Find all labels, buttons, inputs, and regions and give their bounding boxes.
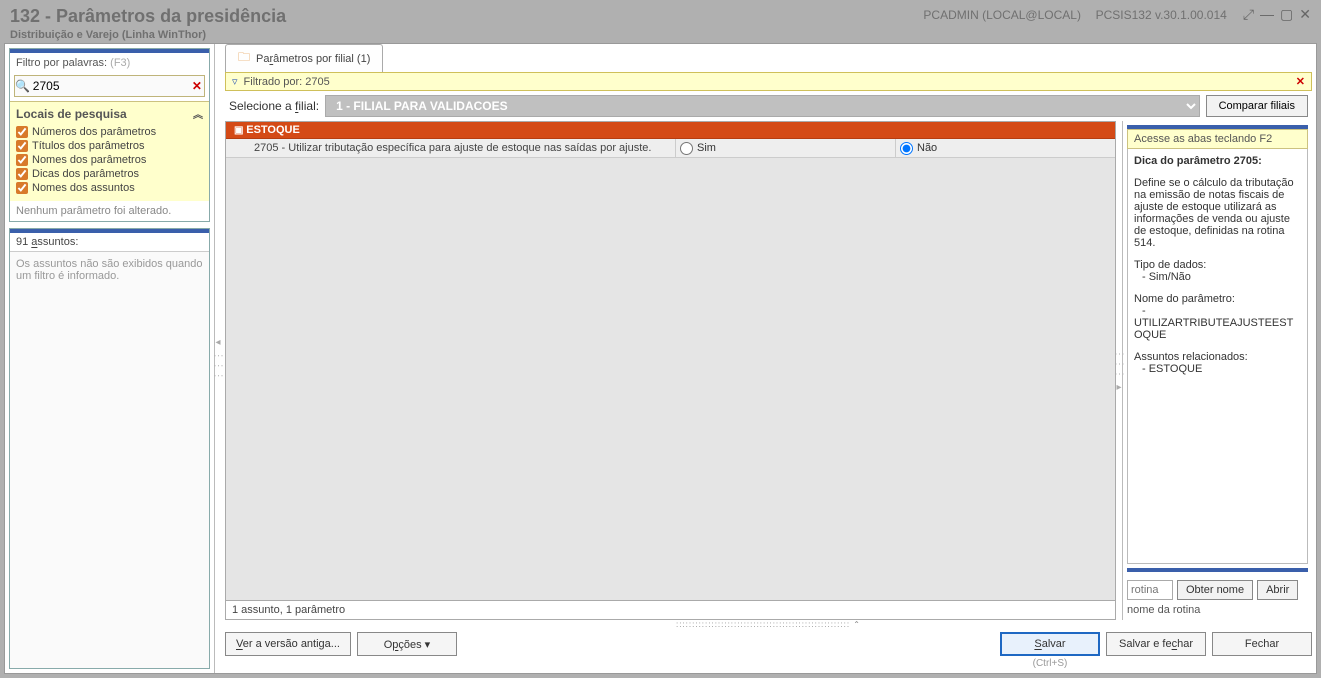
close-icon[interactable]: ✕	[1299, 6, 1311, 23]
filter-label-hint: (F3)	[110, 57, 130, 69]
funnel-icon: ▿	[232, 75, 238, 88]
rotina-input[interactable]	[1127, 580, 1173, 600]
obter-nome-button[interactable]: Obter nome	[1177, 580, 1253, 600]
no-change-status: Nenhum parâmetro foi alterado.	[10, 201, 209, 221]
opcoes-button[interactable]: Opções ▾	[357, 632, 457, 656]
param-opt-nao[interactable]: Não	[895, 139, 1115, 157]
tipo-label: Tipo de dados:	[1134, 259, 1301, 271]
filial-select[interactable]: 1 - FILIAL PARA VALIDACOES	[325, 95, 1200, 117]
compare-filiais-button[interactable]: Comparar filiais	[1206, 95, 1308, 117]
assuntos-body: Os assuntos não são exibidos quando um f…	[10, 252, 209, 668]
rel-label: Assuntos relacionados:	[1134, 351, 1301, 363]
tip-title: Dica do parâmetro 2705:	[1134, 155, 1262, 167]
horizontal-splitter[interactable]	[225, 620, 1312, 628]
tipo-value: - Sim/Não	[1134, 271, 1301, 283]
check-dicas[interactable]: Dicas dos parâmetros	[16, 167, 203, 181]
check-nomes-assuntos[interactable]: Nomes dos assuntos	[16, 181, 203, 195]
filter-label: Filtro por palavras: (F3)	[10, 53, 209, 73]
salvar-fechar-button[interactable]: Salvar e fechar	[1106, 632, 1206, 656]
salvar-hint: (Ctrl+S)	[1033, 658, 1068, 669]
group-header-estoque[interactable]: ESTOQUE	[226, 122, 1115, 139]
filter-label-text: Filtro por palavras:	[16, 57, 110, 69]
filter-bar: ▿ Filtrado por: 2705 ✕	[225, 72, 1312, 91]
radio-sim[interactable]	[680, 142, 693, 155]
check-numeros[interactable]: Números dos parâmetros	[16, 125, 203, 139]
param-opt-sim[interactable]: Sim	[675, 139, 895, 157]
nome-label: Nome do parâmetro:	[1134, 293, 1301, 305]
clear-filter-icon[interactable]: ✕	[190, 79, 204, 93]
assuntos-panel: 91 assuntos: Os assuntos não são exibido…	[9, 228, 210, 669]
param-info-panel: Dica do parâmetro 2705: Define se o cálc…	[1127, 149, 1308, 564]
maximize-icon[interactable]: ▢	[1280, 6, 1293, 23]
filtered-by-label: Filtrado por: 2705	[244, 76, 330, 88]
tab-parametros-filial[interactable]: 🗀 Parâmetros por filial (1)	[225, 44, 383, 72]
window-subtitle: Distribuição e Varejo (Linha WinThor)	[10, 29, 286, 41]
tip-body: Define se o cálculo da tributação na emi…	[1134, 177, 1301, 249]
fechar-button[interactable]: Fechar	[1212, 632, 1312, 656]
search-places-toggle[interactable]: Locais de pesquisa ︽	[16, 106, 203, 121]
ver-versao-antiga-button[interactable]: Ver a versão antiga...	[225, 632, 351, 656]
window-title: 132 - Parâmetros da presidência	[10, 6, 286, 27]
minimize-icon[interactable]: —	[1260, 6, 1274, 23]
nome-value: UTILIZARTRIBUTEAJUSTEESTOQUE	[1134, 317, 1301, 341]
radio-nao[interactable]	[900, 142, 913, 155]
check-nomes-param[interactable]: Nomes dos parâmetros	[16, 153, 203, 167]
salvar-button[interactable]: Salvar	[1000, 632, 1100, 656]
chevron-up-icon: ︽	[193, 106, 203, 121]
user-info: PCADMIN (LOCAL@LOCAL)	[923, 8, 1081, 22]
param-row-2705[interactable]: 2705 - Utilizar tributação específica pa…	[226, 139, 1115, 158]
search-icon: 🔍	[15, 79, 31, 93]
check-titulos[interactable]: Títulos dos parâmetros	[16, 139, 203, 153]
grid-status: 1 assunto, 1 parâmetro	[226, 600, 1115, 619]
rel-value: - ESTOQUE	[1134, 363, 1301, 375]
filter-panel: Filtro por palavras: (F3) 🔍 ✕ Locais de …	[9, 48, 210, 222]
param-desc: 2705 - Utilizar tributação específica pa…	[226, 139, 675, 157]
build-info: PCSIS132 v.30.1.00.014	[1096, 8, 1227, 22]
rotina-name: nome da rotina	[1127, 604, 1308, 616]
filial-label: Selecione a filial:	[229, 99, 319, 113]
assuntos-header: 91 assuntos:	[10, 233, 209, 252]
title-bar: 132 - Parâmetros da presidência Distribu…	[0, 0, 1321, 43]
folder-icon: 🗀	[238, 48, 250, 69]
search-places-title: Locais de pesquisa	[16, 107, 127, 121]
clear-filter-bar-icon[interactable]: ✕	[1296, 75, 1305, 88]
right-hint-bar: Acesse as abas teclando F2	[1127, 129, 1308, 149]
filter-input[interactable]	[31, 77, 190, 95]
abrir-button[interactable]: Abrir	[1257, 580, 1298, 600]
restore-icon[interactable]: ⤢	[1243, 6, 1254, 23]
param-grid: ESTOQUE 2705 - Utilizar tributação espec…	[225, 121, 1116, 620]
